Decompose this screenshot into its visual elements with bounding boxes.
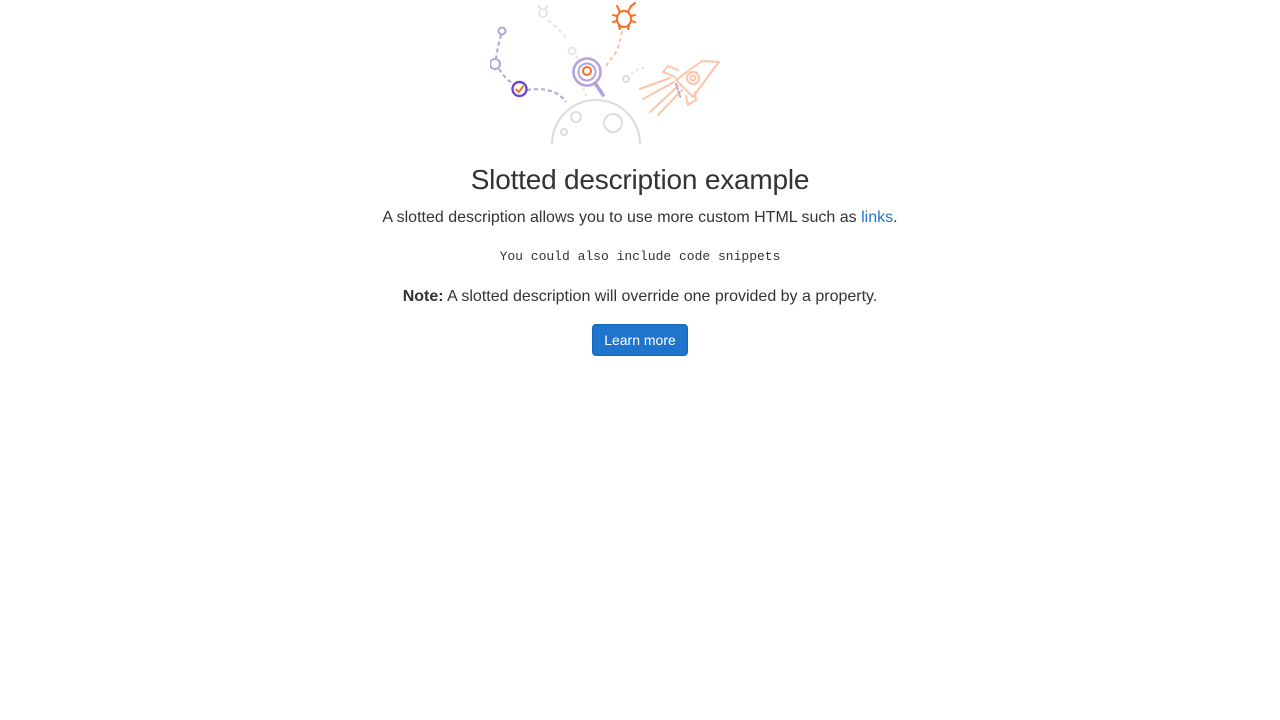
trail-path-icon xyxy=(490,26,567,103)
note-label: Note: xyxy=(402,288,444,305)
magnifier-icon xyxy=(572,57,605,97)
empty-state-actions: Learn more xyxy=(592,324,688,356)
empty-state-illustration xyxy=(490,2,720,144)
note-paragraph: Note: A slotted description will overrid… xyxy=(382,287,897,307)
empty-state: Slotted description example A slotted de… xyxy=(0,0,1280,356)
check-circle-icon xyxy=(511,80,528,98)
dots-trail-icon xyxy=(622,66,647,83)
learn-more-button[interactable]: Learn more xyxy=(592,324,688,356)
faint-bug-icon xyxy=(537,4,583,63)
rocket-icon xyxy=(639,60,720,116)
bug-icon xyxy=(612,2,636,30)
empty-state-title: Slotted description example xyxy=(470,164,810,195)
code-paragraph: You could also include code snippets xyxy=(382,246,897,267)
code-snippet: You could also include code snippets xyxy=(499,249,781,264)
links-link[interactable]: links xyxy=(861,209,893,226)
planet-icon xyxy=(551,99,641,144)
description-text: A slotted description allows you to use … xyxy=(382,209,862,226)
description-period: . xyxy=(893,209,898,226)
note-text: A slotted description will override one … xyxy=(443,288,878,305)
description-paragraph: A slotted description allows you to use … xyxy=(382,208,897,228)
bug-trail-icon xyxy=(605,30,623,67)
empty-state-description: A slotted description allows you to use … xyxy=(382,208,897,307)
